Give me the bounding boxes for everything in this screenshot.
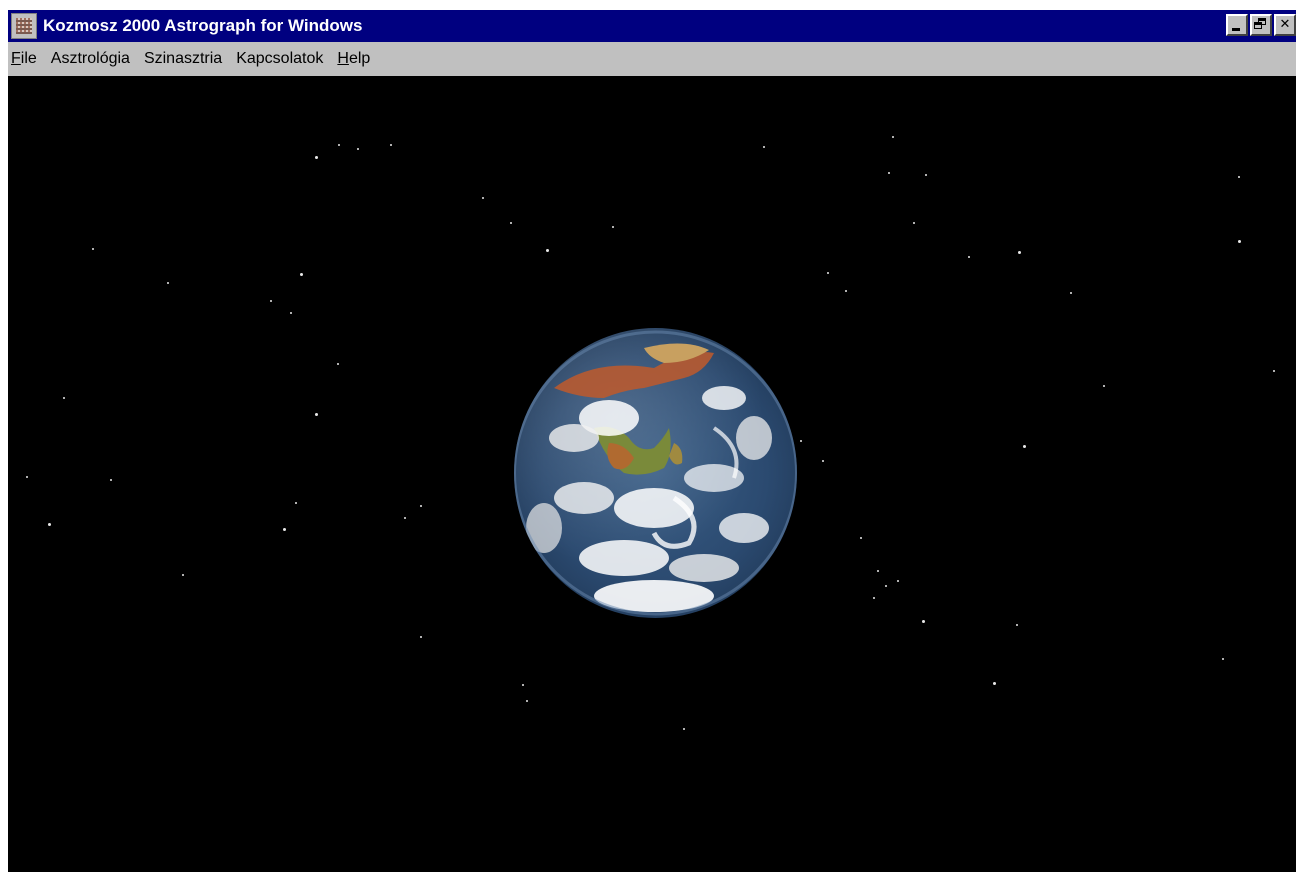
earth-globe-image [514, 328, 797, 618]
star [48, 523, 51, 526]
star [1016, 624, 1018, 626]
star [110, 479, 112, 481]
star [800, 440, 802, 442]
star [913, 222, 915, 224]
star [892, 136, 894, 138]
menu-kapcsolatok[interactable]: Kapcsolatok [229, 50, 330, 68]
star [877, 570, 879, 572]
minimize-button[interactable] [1226, 14, 1248, 36]
star [1273, 370, 1275, 372]
star [845, 290, 847, 292]
star [420, 505, 422, 507]
star [270, 300, 272, 302]
star [1070, 292, 1072, 294]
menu-bar: File Asztrológia Szinasztria Kapcsolatok… [8, 42, 1296, 76]
star [922, 620, 925, 623]
star [612, 226, 614, 228]
star [404, 517, 406, 519]
star [510, 222, 512, 224]
star [1103, 385, 1105, 387]
star [182, 574, 184, 576]
menu-szinasztria[interactable]: Szinasztria [137, 50, 229, 68]
title-bar[interactable]: Kozmosz 2000 Astrograph for Windows ✕ [8, 10, 1296, 42]
star [300, 273, 303, 276]
menu-help[interactable]: Help [330, 50, 377, 68]
star [26, 476, 28, 478]
star [1023, 445, 1026, 448]
app-icon[interactable] [11, 13, 37, 39]
star [888, 172, 890, 174]
star [885, 585, 887, 587]
menu-asztrologia[interactable]: Asztrológia [44, 50, 137, 68]
restore-button[interactable] [1250, 14, 1272, 36]
star [546, 249, 549, 252]
star [390, 144, 392, 146]
star [315, 413, 318, 416]
star [1222, 658, 1224, 660]
star [1018, 251, 1021, 254]
star [420, 636, 422, 638]
star [315, 156, 318, 159]
star [482, 197, 484, 199]
star [1238, 240, 1241, 243]
star [925, 174, 927, 176]
star [283, 528, 286, 531]
star [526, 700, 528, 702]
window-controls: ✕ [1226, 14, 1296, 36]
star [1238, 176, 1240, 178]
star [295, 502, 297, 504]
star [338, 144, 340, 146]
star [993, 682, 996, 685]
star [683, 728, 685, 730]
starfield-canvas [8, 76, 1296, 872]
star [63, 397, 65, 399]
star [897, 580, 899, 582]
menu-file[interactable]: File [8, 50, 44, 68]
star [290, 312, 292, 314]
close-button[interactable]: ✕ [1274, 14, 1296, 36]
app-window: Kozmosz 2000 Astrograph for Windows ✕ Fi… [8, 10, 1296, 872]
star [827, 272, 829, 274]
star [860, 537, 862, 539]
star [968, 256, 970, 258]
star [167, 282, 169, 284]
star [92, 248, 94, 250]
window-title: Kozmosz 2000 Astrograph for Windows [43, 16, 363, 35]
star [522, 684, 524, 686]
star [873, 597, 875, 599]
star [357, 148, 359, 150]
star [822, 460, 824, 462]
star [337, 363, 339, 365]
star [763, 146, 765, 148]
